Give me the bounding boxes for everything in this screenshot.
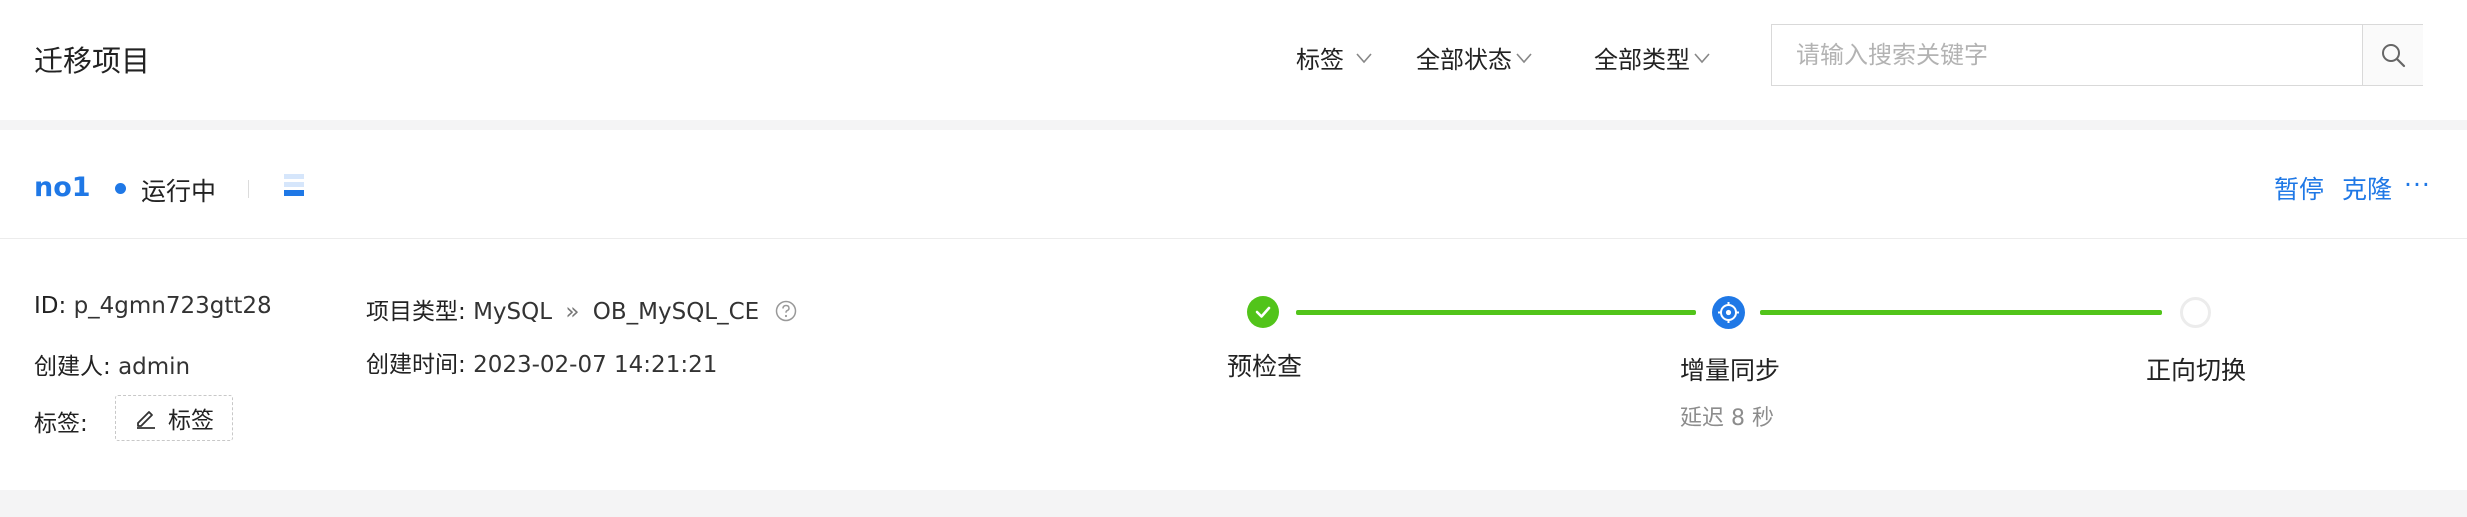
project-name-link[interactable]: no1 — [34, 172, 91, 203]
step-3-pending-icon — [2180, 297, 2211, 328]
created-time: 创建时间: 2023-02-07 14:21:21 — [366, 345, 717, 379]
source-type: MySQL — [473, 299, 553, 325]
search-button[interactable] — [2362, 25, 2423, 85]
filter-status-label: 全部状态 — [1416, 46, 1512, 74]
more-actions-button[interactable]: ··· — [2404, 170, 2431, 199]
edit-icon — [137, 411, 155, 429]
list-bottom-spacer — [0, 490, 2467, 517]
step-connector-1 — [1296, 310, 1696, 315]
step-2-delay: 延迟 8 秒 — [1680, 406, 1774, 431]
chevron-down-icon — [1516, 52, 1532, 63]
project-id-value: p_4gmn723gtt28 — [73, 293, 272, 319]
edit-tags-label: 标签 — [168, 408, 214, 434]
project-card: no1 运行中 暂停 克隆 ··· ID: p_4gmn723gtt28 创建人… — [0, 130, 2467, 490]
step-3-label: 正向切换 — [2146, 356, 2247, 385]
filter-type-label: 全部类型 — [1594, 46, 1690, 74]
project-type: 项目类型: MySQL » OB_MySQL_CE — [366, 292, 797, 326]
page-title: 迁移项目 — [34, 44, 151, 78]
check-icon — [1255, 306, 1271, 318]
status-dot — [115, 183, 126, 194]
search-box — [1771, 24, 2423, 86]
divider — [248, 180, 249, 198]
help-icon[interactable] — [775, 300, 797, 322]
direction-arrow: » — [565, 299, 580, 325]
step-connector-2 — [1760, 310, 2162, 315]
filter-tags-label: 标签 — [1296, 46, 1344, 74]
project-id-label: ID: — [34, 293, 67, 319]
pause-button[interactable]: 暂停 — [2274, 170, 2324, 206]
chevron-down-icon — [1356, 52, 1372, 63]
step-1-done-icon — [1247, 296, 1279, 328]
clone-button[interactable]: 克隆 — [2342, 170, 2392, 206]
filter-tags-dropdown[interactable]: 标签 — [1296, 40, 1374, 75]
project-id: ID: p_4gmn723gtt28 — [34, 293, 272, 319]
step-2-active-icon — [1712, 296, 1745, 329]
project-type-label: 项目类型: — [366, 299, 466, 325]
target-icon — [1718, 302, 1739, 323]
page-header: 迁移项目 标签 全部状态 全部类型 — [0, 0, 2467, 120]
target-type: OB_MySQL_CE — [592, 299, 760, 325]
chevron-down-icon — [1694, 52, 1710, 63]
search-icon — [2382, 44, 2406, 68]
created-time-label: 创建时间: — [366, 352, 466, 378]
filter-type-dropdown[interactable]: 全部类型 — [1594, 40, 1712, 75]
tags-label: 标签: — [34, 411, 88, 437]
creator-label: 创建人: — [34, 354, 111, 380]
project-creator: 创建人: admin — [34, 347, 190, 381]
card-divider — [0, 238, 2467, 239]
status-badge: 运行中 — [141, 177, 217, 206]
step-2-label: 增量同步 — [1680, 356, 1781, 385]
edit-tags-button[interactable]: 标签 — [115, 395, 233, 441]
step-1-label: 预检查 — [1227, 352, 1303, 381]
database-icon[interactable] — [283, 172, 305, 202]
filter-status-dropdown[interactable]: 全部状态 — [1416, 40, 1534, 75]
search-input[interactable] — [1772, 25, 2362, 85]
creator-value: admin — [118, 354, 191, 380]
created-time-value: 2023-02-07 14:21:21 — [473, 352, 718, 378]
